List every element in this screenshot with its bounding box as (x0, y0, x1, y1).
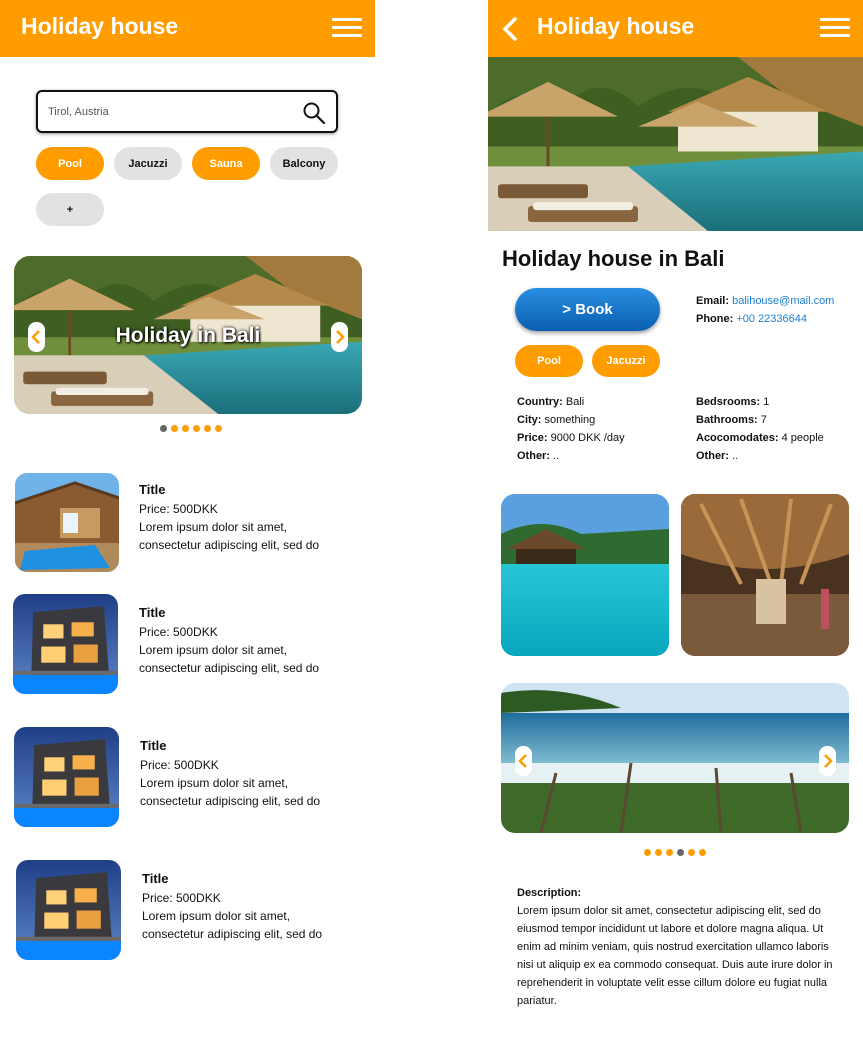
listing-description: Lorem ipsum dolor sit amet, consectetur … (139, 643, 320, 675)
listing-price: Price: 500DKK (139, 502, 218, 516)
listing-title: Title (140, 738, 167, 753)
book-button[interactable]: > Book (515, 288, 660, 331)
search-icon[interactable] (302, 101, 326, 125)
listing-3-thumbnail[interactable] (14, 727, 119, 827)
phone-label: Phone: (696, 313, 734, 325)
listing-title: Title (139, 605, 166, 620)
detail-value: Bali (565, 396, 585, 408)
detail-label: Other: (696, 450, 729, 462)
listing-title: Title (142, 871, 169, 886)
featured-carousel-dots[interactable] (160, 425, 230, 433)
detail-label: City: (517, 414, 542, 426)
listing-price: Price: 500DKK (142, 891, 221, 905)
back-arrow-icon[interactable] (499, 16, 521, 42)
chevron-left-icon (31, 330, 40, 344)
phone-link[interactable]: +00 22336644 (736, 313, 807, 325)
detail-value: 1 (763, 396, 770, 408)
hamburger-menu-icon[interactable] (332, 18, 362, 38)
listing-4-thumbnail[interactable] (16, 860, 121, 960)
detail-value: something (544, 414, 596, 426)
carousel-next-button[interactable] (331, 322, 348, 352)
detail-label: Country: (517, 396, 563, 408)
detail-label: Bathrooms: (696, 414, 758, 426)
detail-screen: Holiday house Holiday house in Bali > Bo… (488, 0, 863, 1056)
filter-chip-jacuzzi[interactable]: Jacuzzi (114, 147, 182, 180)
app-title: Holiday house (537, 13, 695, 39)
chevron-right-icon (824, 754, 833, 768)
amenity-chip-jacuzzi: Jacuzzi (592, 345, 660, 377)
listing-description: Lorem ipsum dolor sit amet, consectetur … (140, 776, 321, 808)
listing-price: Price: 500DKK (140, 758, 219, 772)
gallery-next-button[interactable] (819, 746, 836, 776)
detail-value: .. (732, 450, 739, 462)
gallery-prev-button[interactable] (515, 746, 532, 776)
details-left: Country: Bali City: something Price: 900… (517, 393, 625, 465)
listing-title: Title (139, 482, 166, 497)
carousel-prev-button[interactable] (28, 322, 45, 352)
app-bar: Holiday house (0, 0, 375, 57)
detail-label: Other: (517, 450, 550, 462)
page-title: Holiday house in Bali (502, 246, 725, 271)
details-right: Bedsrooms: 1 Bathrooms: 7 Acocomodates: … (696, 393, 824, 465)
detail-label: Acocomodates: (696, 432, 779, 444)
listing-4[interactable]: Title Price: 500DKK Lorem ipsum dolor si… (142, 870, 352, 943)
description-heading: Description: (517, 887, 582, 899)
listing-2[interactable]: Title Price: 500DKK Lorem ipsum dolor si… (139, 604, 349, 677)
hero-image (488, 57, 863, 231)
email-label: Email: (696, 295, 730, 307)
description-text: Lorem ipsum dolor sit amet, consectetur … (517, 905, 833, 1007)
gallery-carousel-dots[interactable] (644, 849, 714, 857)
photo-interior[interactable] (681, 494, 849, 656)
detail-label: Bedsrooms: (696, 396, 761, 408)
gallery-carousel[interactable] (501, 683, 849, 833)
search-screen: Holiday house Pool Jacuzzi Sauna Balcony… (0, 0, 375, 1056)
email-link[interactable]: balihouse@mail.com (732, 295, 834, 307)
featured-carousel[interactable]: Holiday in Bali (14, 256, 362, 414)
app-bar: Holiday house (488, 0, 863, 57)
filter-chip-pool[interactable]: Pool (36, 147, 104, 180)
detail-value: 7 (760, 414, 767, 426)
listing-price: Price: 500DKK (139, 625, 218, 639)
detail-label: Price: (517, 432, 548, 444)
search-bar (36, 90, 338, 133)
chevron-left-icon (518, 754, 527, 768)
listing-2-thumbnail[interactable] (13, 594, 118, 694)
listing-1-thumbnail[interactable] (15, 473, 119, 572)
filter-chip-sauna[interactable]: Sauna (192, 147, 260, 180)
listing-3[interactable]: Title Price: 500DKK Lorem ipsum dolor si… (140, 737, 350, 810)
amenity-chip-pool: Pool (515, 345, 583, 377)
detail-value: 4 people (781, 432, 824, 444)
search-input[interactable] (48, 102, 288, 122)
gallery-image (501, 683, 849, 833)
listing-1[interactable]: Title Price: 500DKK Lorem ipsum dolor si… (139, 481, 349, 554)
chevron-right-icon (336, 330, 345, 344)
contact-info: Email: balihouse@mail.com Phone: +00 223… (696, 292, 834, 328)
app-title: Holiday house (21, 13, 179, 39)
filter-chip-balcony[interactable]: Balcony (270, 147, 338, 180)
detail-value: .. (553, 450, 560, 462)
hamburger-menu-icon[interactable] (820, 18, 850, 38)
photo-pool[interactable] (501, 494, 669, 656)
featured-caption: Holiday in Bali (115, 324, 261, 347)
listing-description: Lorem ipsum dolor sit amet, consectetur … (139, 520, 320, 552)
add-filter-button[interactable]: + (36, 193, 104, 226)
listing-description: Lorem ipsum dolor sit amet, consectetur … (142, 909, 323, 941)
description: Description: Lorem ipsum dolor sit amet,… (517, 884, 847, 1010)
detail-value: 9000 DKK /day (550, 432, 625, 444)
